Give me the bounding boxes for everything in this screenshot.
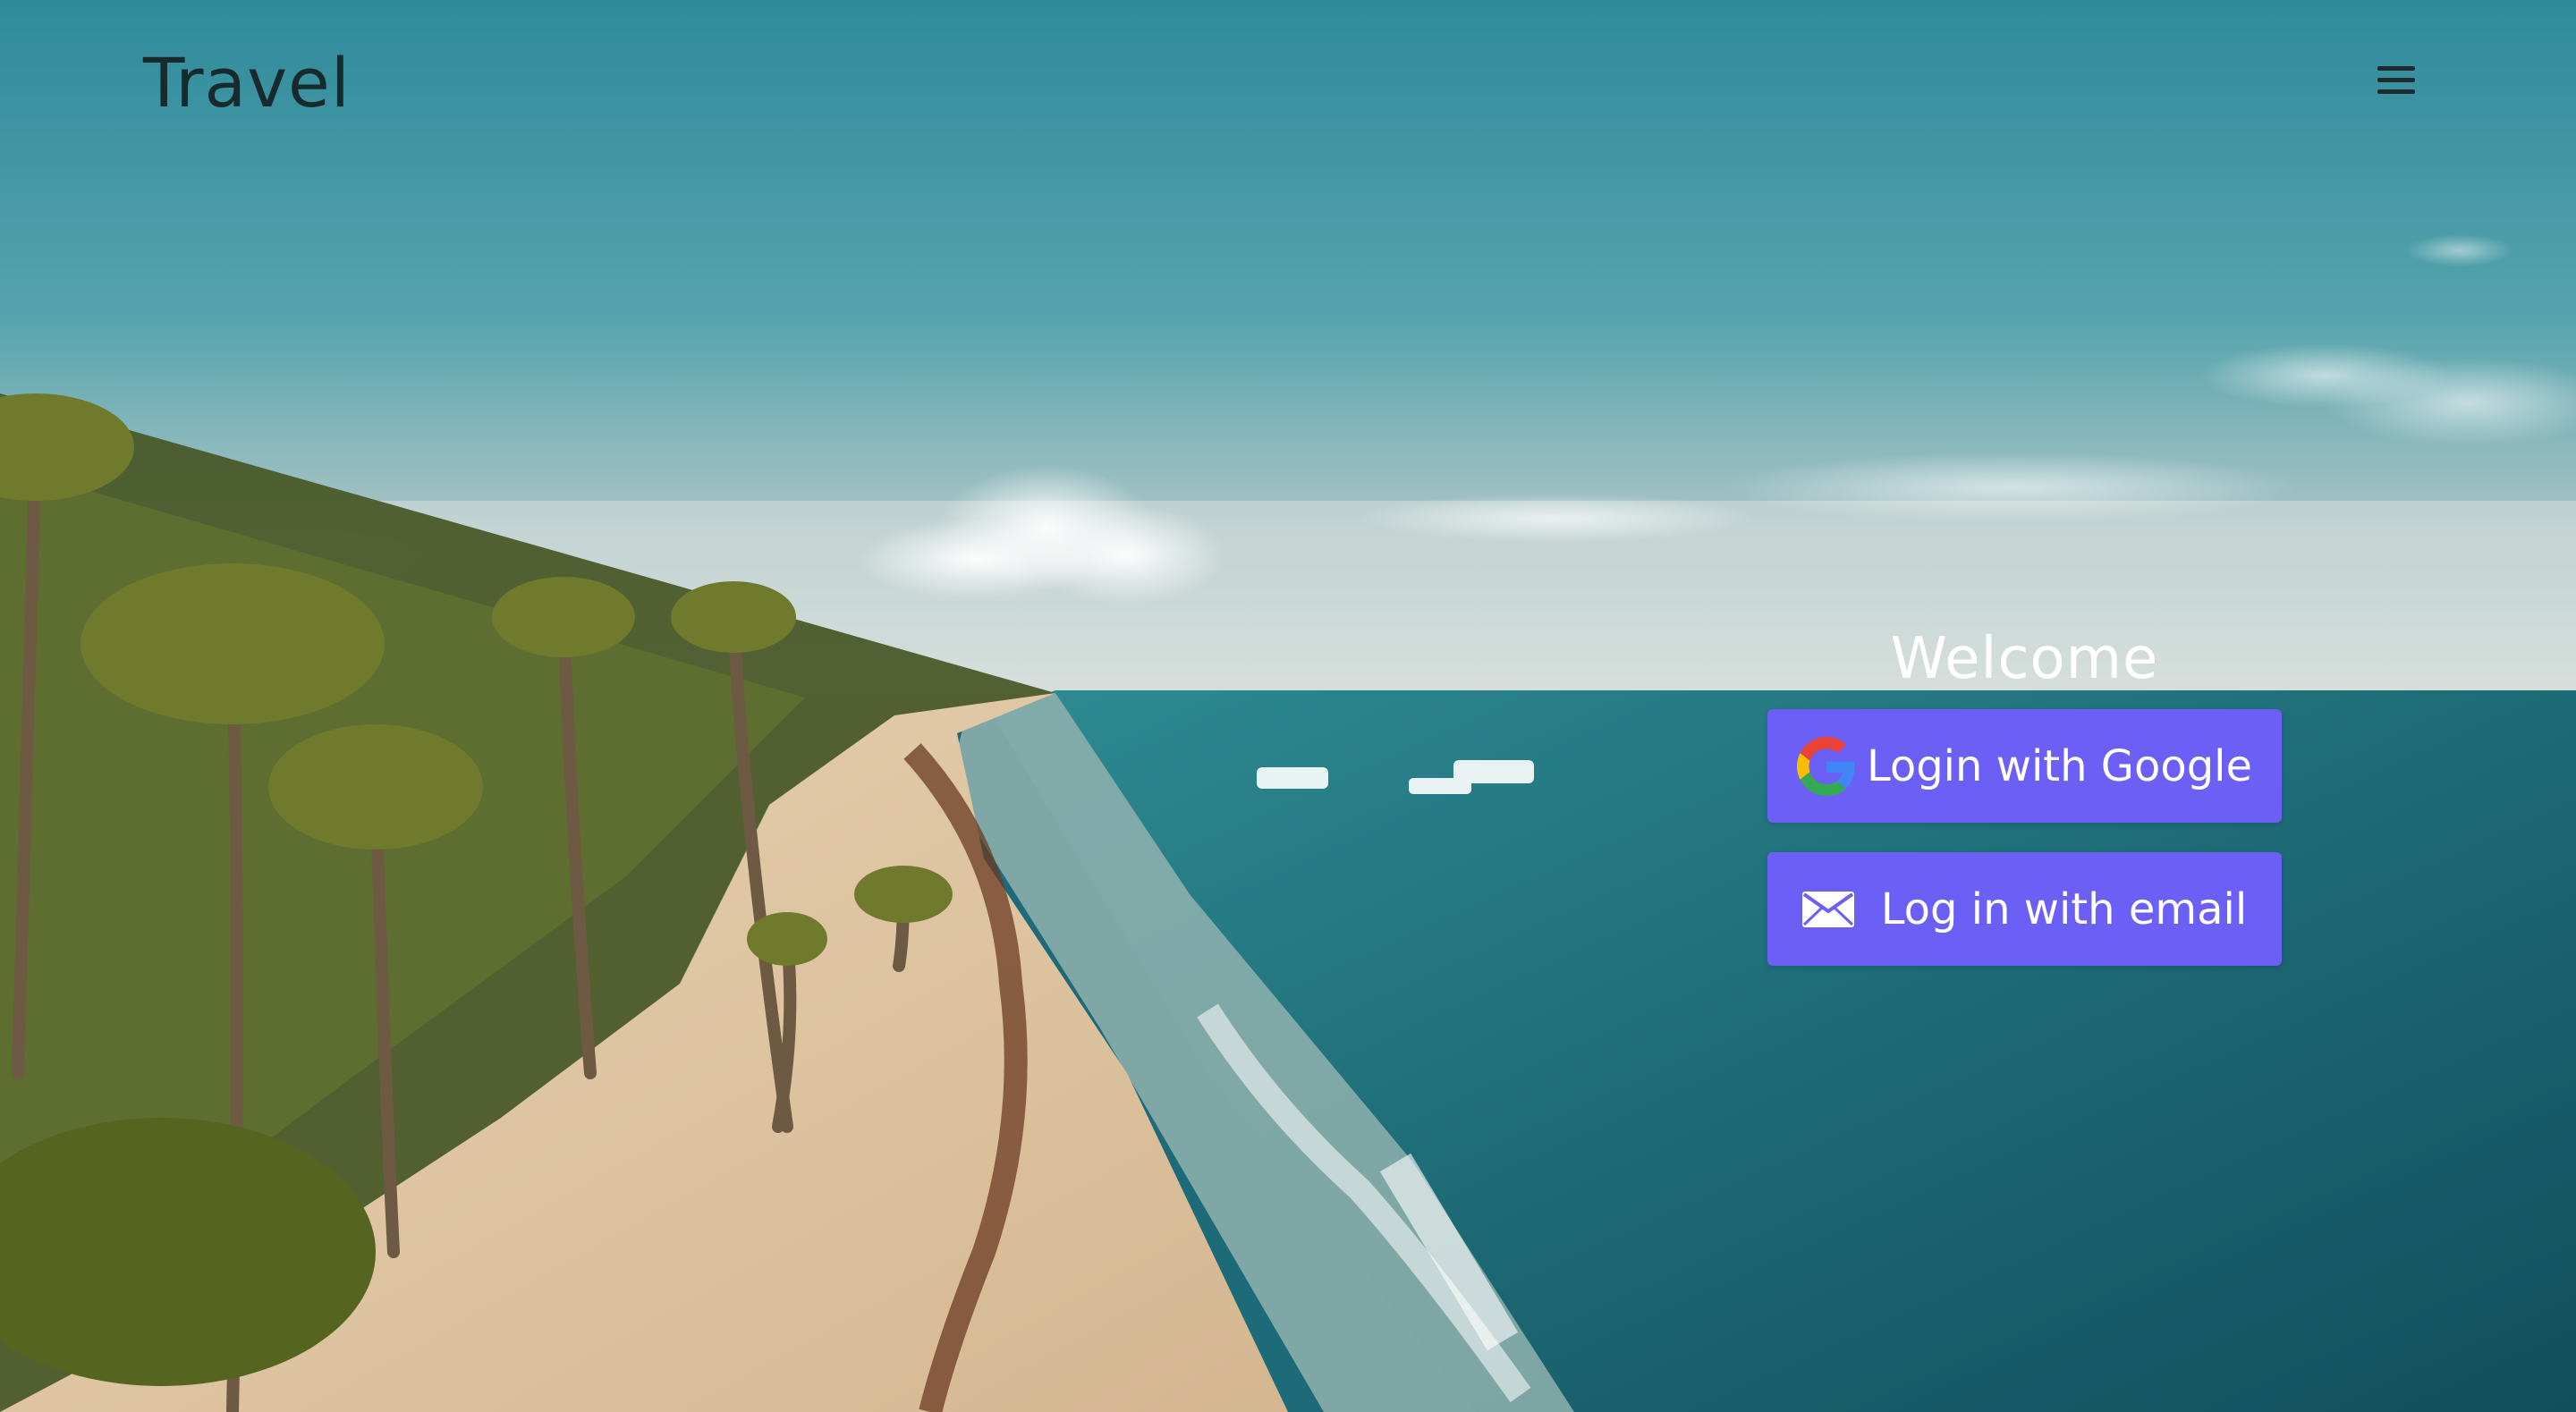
welcome-heading: Welcome (1890, 626, 2159, 692)
login-with-google-label: Login with Google (1866, 740, 2253, 791)
page: Travel Welcome Login with Google Log in … (0, 0, 2576, 1412)
aerial-beach-background (0, 0, 2576, 1412)
login-with-email-label: Log in with email (1880, 884, 2248, 934)
envelope-icon (1801, 891, 1854, 927)
login-with-email-button[interactable]: Log in with email (1767, 852, 2282, 966)
google-logo-icon (1796, 736, 1856, 796)
login-with-google-button[interactable]: Login with Google (1767, 709, 2282, 823)
hamburger-menu-icon[interactable] (2372, 63, 2422, 98)
brand-logo[interactable]: Travel (143, 43, 351, 123)
